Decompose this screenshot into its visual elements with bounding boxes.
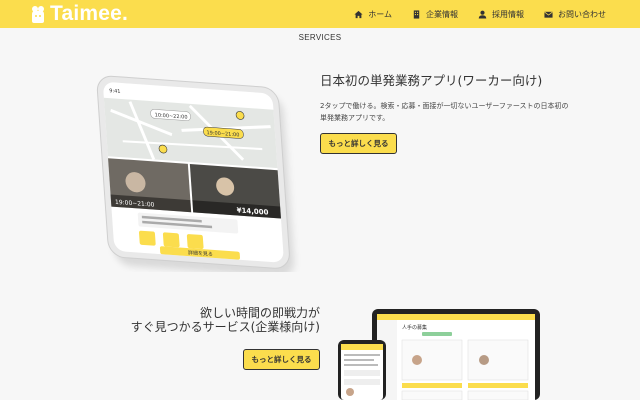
nav-home[interactable]: ホーム [354,9,392,20]
nav-contact-label: お問い合わせ [558,9,606,19]
logo-text: Taimee. [50,2,129,25]
worker-service-title: 日本初の単発業務アプリ(ワーカー向け) [320,73,543,88]
company-more-button[interactable]: もっと詳しく見る [243,349,320,370]
worker-more-button[interactable]: もっと詳しく見る [320,133,397,154]
worker-app-phone-image: 9:41 10:00~22:00 19:00~21:00 19:00~21:00… [96,75,294,272]
nav-company-label: 企業情報 [426,9,458,19]
nav-home-label: ホーム [368,9,392,19]
nav-company[interactable]: 企業情報 [412,9,458,20]
logo-mascot-icon [32,5,44,23]
company-title-line1: 欲しい時間の即戦力が [199,306,320,320]
company-dashboard-laptop-image: 人手の募集 [372,309,540,400]
site-header: Taimee. ホーム 企業情報 採用情報 お問い合わせ [0,0,640,28]
company-app-phone-image [338,340,386,400]
nav-recruit[interactable]: 採用情報 [478,9,524,20]
company-service-title: 欲しい時間の即戦力が すぐ見つかるサービス(企業様向け) [110,306,320,334]
nav-recruit-label: 採用情報 [492,9,524,19]
person-icon [478,10,487,19]
logo[interactable]: Taimee. [30,3,128,25]
nav-contact[interactable]: お問い合わせ [544,9,606,20]
svg-text:人手の募集: 人手の募集 [402,324,427,331]
worker-service-description: 2タップで働ける。検索・応募・面接が一切ないユーザーファーストの日本初の単発業務… [320,102,569,122]
svg-text:9:41: 9:41 [109,88,121,95]
section-title: SERVICES [298,33,342,42]
main-nav: ホーム 企業情報 採用情報 お問い合わせ [354,0,606,28]
building-icon [413,9,420,19]
mail-icon [544,11,553,18]
home-icon [354,10,363,18]
company-title-line2: すぐ見つかるサービス(企業様向け) [130,320,320,334]
